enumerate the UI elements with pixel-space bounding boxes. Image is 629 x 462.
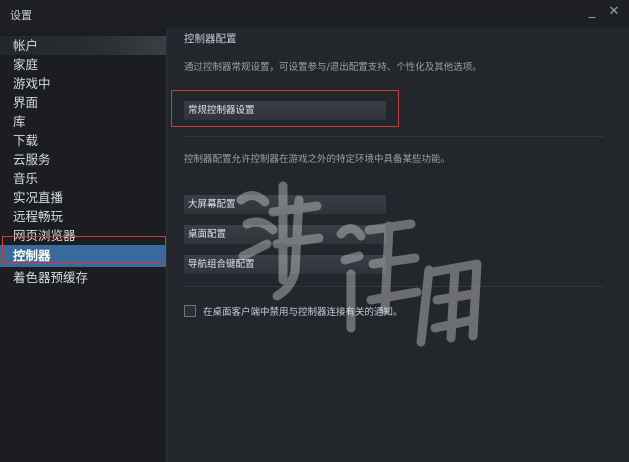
desktop-config-button[interactable]: 桌面配置 — [184, 225, 386, 244]
sidebar-item-broadcasting[interactable]: 实况直播 — [0, 188, 166, 207]
controller-description: 通过控制器常规设置，可设置参与/退出配置支持、个性化及其他选项。 — [184, 62, 482, 73]
settings-content: 控制器配置 通过控制器常规设置，可设置参与/退出配置支持、个性化及其他选项。 常… — [167, 28, 629, 462]
title-bar: 设置 _ ✕ — [0, 0, 629, 28]
minimize-icon[interactable]: _ — [585, 4, 599, 20]
sidebar-item-web-browser[interactable]: 网页浏览器 — [0, 226, 166, 245]
sidebar-item-shader-cache[interactable]: 着色器预缓存 — [0, 268, 166, 287]
divider — [184, 286, 604, 287]
window-controls: _ ✕ — [585, 4, 621, 20]
controller-config-description: 控制器配置允许控制器在游戏之外的特定环境中具备某些功能。 — [184, 154, 451, 165]
page-title: 控制器配置 — [184, 33, 237, 45]
settings-sidebar: 帐户 家庭 游戏中 界面 库 下载 云服务 音乐 实况直播 远程畅玩 网页浏览器… — [0, 28, 167, 462]
sidebar-item-cloud[interactable]: 云服务 — [0, 150, 166, 169]
window-title: 设置 — [10, 9, 32, 22]
sidebar-item-account[interactable]: 帐户 — [0, 36, 166, 55]
sidebar-item-music[interactable]: 音乐 — [0, 169, 166, 188]
close-icon[interactable]: ✕ — [607, 4, 621, 20]
sidebar-item-library[interactable]: 库 — [0, 112, 166, 131]
sidebar-item-remote-play[interactable]: 远程畅玩 — [0, 207, 166, 226]
sidebar-item-downloads[interactable]: 下载 — [0, 131, 166, 150]
disable-notifications-label[interactable]: 在桌面客户端中禁用与控制器连接有关的通知。 — [203, 304, 403, 318]
sidebar-item-controller[interactable]: 控制器 — [0, 245, 166, 267]
divider — [184, 136, 604, 137]
sidebar-item-in-game[interactable]: 游戏中 — [0, 74, 166, 93]
sidebar-item-interface[interactable]: 界面 — [0, 93, 166, 112]
checkbox-icon[interactable] — [184, 305, 196, 317]
big-picture-config-button[interactable]: 大屏幕配置 — [184, 195, 386, 214]
sidebar-item-family[interactable]: 家庭 — [0, 55, 166, 74]
general-controller-settings-button[interactable]: 常规控制器设置 — [184, 101, 386, 120]
guide-chord-config-button[interactable]: 导航组合键配置 — [184, 255, 386, 274]
